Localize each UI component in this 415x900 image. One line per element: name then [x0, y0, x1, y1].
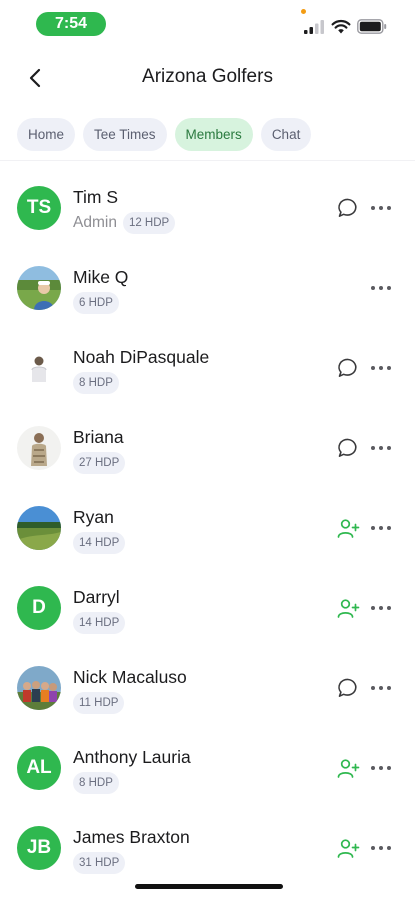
handicap-badge: 8 HDP: [73, 372, 119, 394]
more-icon[interactable]: [370, 278, 392, 298]
member-meta: 31 HDP: [73, 852, 126, 874]
avatar: TS: [17, 186, 61, 230]
tab-home[interactable]: Home: [17, 118, 76, 151]
add-friend-icon[interactable]: [336, 836, 360, 860]
add-friend-icon[interactable]: [336, 516, 360, 540]
avatar-initials: AL: [26, 757, 52, 778]
member-row[interactable]: JB James Braxton 31 HDP: [0, 808, 415, 888]
member-meta: 6 HDP: [73, 292, 119, 314]
member-meta: 8 HDP: [73, 372, 119, 394]
chat-icon[interactable]: [336, 356, 360, 380]
member-name: Anthony Lauria: [73, 747, 191, 767]
member-row[interactable]: Mike Q 6 HDP: [0, 248, 415, 328]
avatar: JB: [17, 826, 61, 870]
avatar-initials: TS: [26, 197, 52, 218]
member-name: Tim S: [73, 187, 119, 207]
member-meta: 8 HDP: [73, 772, 119, 794]
tab-members[interactable]: Members: [174, 118, 253, 151]
member-row[interactable]: D Darryl 14 HDP: [0, 568, 415, 648]
avatar-initials: JB: [26, 837, 52, 858]
handicap-badge: 27 HDP: [73, 452, 126, 474]
member-name: Noah DiPasquale: [73, 347, 210, 367]
handicap-badge: 8 HDP: [73, 772, 119, 794]
member-name: Darryl: [73, 587, 120, 607]
wifi-icon: [331, 19, 351, 34]
member-row[interactable]: Ryan 14 HDP: [0, 488, 415, 568]
member-row[interactable]: AL Anthony Lauria 8 HDP: [0, 728, 415, 808]
page-title: Arizona Golfers: [142, 66, 273, 87]
handicap-badge: 12 HDP: [122, 212, 176, 234]
avatar: D: [17, 586, 61, 630]
more-icon[interactable]: [370, 598, 392, 618]
more-icon[interactable]: [370, 678, 392, 698]
more-icon[interactable]: [370, 198, 392, 218]
tab-chat[interactable]: Chat: [260, 118, 312, 151]
handicap-badge: 14 HDP: [73, 612, 126, 634]
avatar-photo: [17, 666, 61, 710]
handicap-badge: 11 HDP: [73, 692, 125, 714]
member-name: Briana: [73, 427, 124, 447]
member-name: Ryan: [73, 507, 114, 527]
member-row[interactable]: TS Tim S Admin 12 HDP: [0, 168, 415, 248]
more-icon[interactable]: [370, 358, 392, 378]
avatar-initials: D: [32, 597, 46, 618]
member-name: Nick Macaluso: [73, 667, 187, 687]
add-friend-icon[interactable]: [336, 596, 360, 620]
status-bar: 7:54: [0, 0, 415, 46]
header-divider: [0, 160, 415, 161]
handicap-badge: 6 HDP: [73, 292, 119, 314]
avatar: AL: [17, 746, 61, 790]
nav-bar: Arizona Golfers: [0, 56, 415, 100]
member-list: TS Tim S Admin 12 HDP Mike Q 6 HDP Noah …: [0, 168, 415, 888]
handicap-badge: 14 HDP: [73, 532, 126, 554]
tab-tee-times[interactable]: Tee Times: [83, 118, 167, 151]
member-meta: 27 HDP: [73, 452, 126, 474]
member-name: James Braxton: [73, 827, 190, 847]
status-time: 7:54: [36, 12, 106, 36]
member-row[interactable]: Nick Macaluso 11 HDP: [0, 648, 415, 728]
privacy-indicator-dot: [301, 9, 306, 14]
avatar-photo: [17, 426, 61, 470]
more-icon[interactable]: [370, 518, 392, 538]
more-icon[interactable]: [370, 438, 392, 458]
chat-icon[interactable]: [336, 676, 360, 700]
chat-icon[interactable]: [336, 196, 360, 220]
avatar-photo: [17, 506, 61, 550]
home-indicator[interactable]: [135, 884, 283, 889]
role-label: Admin: [73, 214, 117, 231]
member-meta: 11 HDP: [73, 692, 125, 714]
member-name: Mike Q: [73, 267, 129, 287]
cellular-signal-icon: [304, 20, 324, 34]
handicap-badge: 31 HDP: [73, 852, 126, 874]
more-icon[interactable]: [370, 758, 392, 778]
member-meta: Admin 12 HDP: [73, 212, 176, 234]
member-row[interactable]: Briana 27 HDP: [0, 408, 415, 488]
member-meta: 14 HDP: [73, 532, 126, 554]
add-friend-icon[interactable]: [336, 756, 360, 780]
chat-icon[interactable]: [336, 436, 360, 460]
member-meta: 14 HDP: [73, 612, 126, 634]
battery-icon: [357, 19, 387, 34]
segment-tabs: Home Tee Times Members Chat: [17, 118, 312, 152]
avatar-photo: [17, 266, 61, 310]
member-row[interactable]: Noah DiPasquale 8 HDP: [0, 328, 415, 408]
more-icon[interactable]: [370, 838, 392, 858]
avatar-photo: [17, 346, 61, 390]
